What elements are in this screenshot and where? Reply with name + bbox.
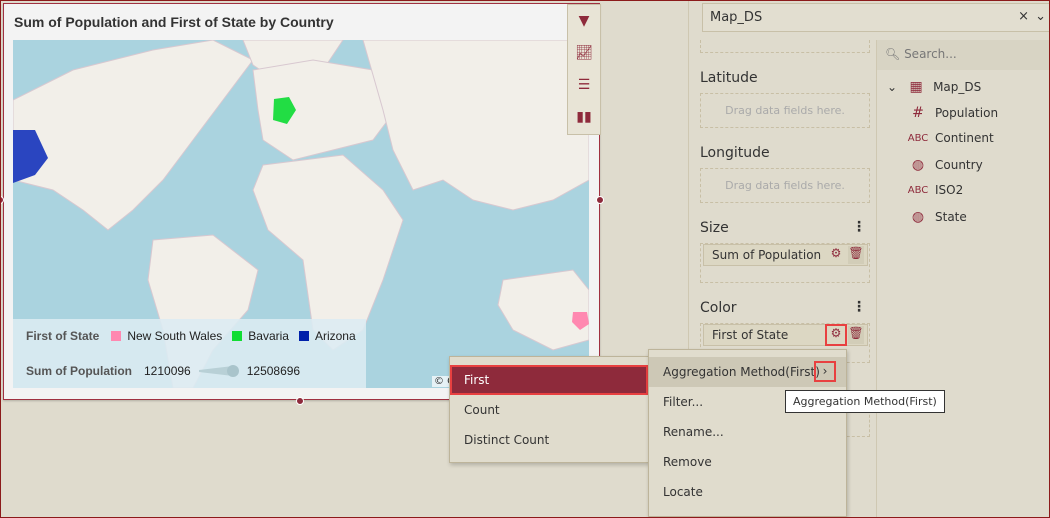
field-item[interactable]: ABC Continent (907, 131, 994, 145)
size-label: Size (700, 220, 729, 236)
legend-swatch (232, 331, 243, 341)
latitude-label: Latitude (700, 70, 758, 86)
longitude-label: Longitude (700, 145, 770, 161)
size-gradient-icon (198, 365, 239, 377)
field-item[interactable]: ◍ Country (907, 157, 983, 173)
field-label: Population (935, 106, 999, 120)
field-context-menu: Aggregation Method(First) › Filter... Ren… (648, 349, 847, 517)
filter-icon[interactable]: ▼ (568, 5, 600, 37)
size-max: 12508696 (246, 364, 301, 378)
latitude-drop-zone[interactable]: Drag data fields here. (700, 93, 870, 128)
asia (362, 40, 589, 211)
clear-icon[interactable]: × (1018, 9, 1029, 24)
search-placeholder: Search... (904, 47, 957, 61)
menu-item-distinct-count[interactable]: Distinct Count (450, 425, 648, 455)
north-america (13, 40, 254, 231)
australia (497, 269, 589, 351)
field-label: ISO2 (935, 183, 964, 197)
chart-type-icon[interactable]: 📈︎ (568, 37, 600, 69)
datasource-value: Map_DS (710, 10, 763, 25)
menu-item-aggregation[interactable]: Aggregation Method(First) › (649, 357, 846, 387)
size-legend: Sum of Population 1210096 12508696 (26, 364, 300, 378)
root-label: Map_DS (933, 80, 982, 94)
table-icon: ▦ (909, 79, 923, 95)
field-label: State (935, 210, 967, 224)
menu-item-count[interactable]: Count (450, 395, 648, 425)
size-menu-icon[interactable]: ⋮ (852, 219, 866, 235)
chevron-right-icon[interactable]: › (814, 361, 836, 382)
menu-item-locate[interactable]: Locate (649, 477, 846, 507)
field-label: Country (935, 158, 983, 172)
properties-icon[interactable]: ☰ (568, 69, 600, 101)
color-legend-title: First of State (26, 329, 100, 343)
color-legend: First of State New South Wales Bavaria A… (26, 329, 356, 343)
legend-swatch (298, 331, 309, 341)
number-icon: # (912, 105, 924, 121)
map-widget[interactable]: Sum of Population and First of State by … (3, 3, 601, 400)
menu-item-first[interactable]: First (450, 365, 648, 395)
size-legend-title: Sum of Population (26, 364, 132, 378)
legend-swatch (111, 331, 122, 341)
menu-item-label: Aggregation Method(First) (663, 365, 820, 379)
longitude-drop-zone[interactable]: Drag data fields here. (700, 168, 870, 203)
text-icon: ABC (907, 132, 929, 144)
map-area[interactable]: First of State New South Wales Bavaria A… (13, 40, 589, 388)
gear-icon[interactable]: ⚙ (827, 246, 845, 264)
field-search-input[interactable]: 🔍︎ Search... (877, 40, 1050, 70)
trash-icon[interactable]: 🗑︎ (848, 326, 864, 344)
color-label: Color (700, 300, 737, 316)
field-item[interactable]: # Population (907, 105, 998, 121)
drop-zone[interactable] (700, 40, 870, 53)
resize-handle[interactable] (596, 196, 604, 204)
tooltip: Aggregation Method(First) (785, 390, 945, 413)
chart-icon[interactable]: ▮▮ (568, 101, 600, 133)
trash-icon[interactable]: 🗑︎ (848, 246, 864, 264)
resize-handle[interactable] (296, 397, 304, 405)
size-field-label: Sum of Population (712, 248, 822, 262)
field-label: Continent (935, 131, 994, 145)
size-field-pill[interactable]: Sum of Population ⚙ 🗑︎ (703, 244, 868, 266)
legend-label: Arizona (314, 329, 356, 343)
menu-item-remove[interactable]: Remove (649, 447, 846, 477)
globe-icon: ◍ (911, 157, 925, 173)
chevron-down-icon[interactable]: ⌄ (1035, 9, 1046, 24)
gear-icon[interactable]: ⚙ (825, 324, 847, 346)
map-legend: First of State New South Wales Bavaria A… (13, 319, 366, 388)
text-icon: ABC (907, 184, 929, 196)
datasource-dropdown[interactable]: Map_DS × ⌄ (702, 3, 1050, 32)
widget-title: Sum of Population and First of State by … (14, 14, 334, 30)
globe-icon: ◍ (911, 209, 925, 225)
color-field-pill[interactable]: First of State ⚙ 🗑︎ (703, 324, 868, 346)
aggregation-submenu: First Count Distinct Count (449, 356, 649, 463)
color-menu-icon[interactable]: ⋮ (852, 299, 866, 315)
legend-label: New South Wales (127, 329, 223, 343)
field-item[interactable]: ABC ISO2 (907, 183, 964, 197)
legend-label: Bavaria (248, 329, 289, 343)
field-item[interactable]: ◍ State (907, 209, 967, 225)
fields-panel: 🔍︎ Search... ⌄ ▦ Map_DS # Population ABC Con… (876, 40, 1050, 518)
size-min: 1210096 (144, 364, 191, 378)
color-field-label: First of State (712, 328, 789, 342)
menu-item-rename[interactable]: Rename... (649, 417, 846, 447)
widget-toolbar: ▼ 📈︎ ☰ ▮▮ (567, 4, 601, 135)
chevron-down-icon[interactable]: ⌄ (887, 80, 897, 94)
tree-root[interactable]: ⌄ ▦ Map_DS (887, 79, 981, 95)
